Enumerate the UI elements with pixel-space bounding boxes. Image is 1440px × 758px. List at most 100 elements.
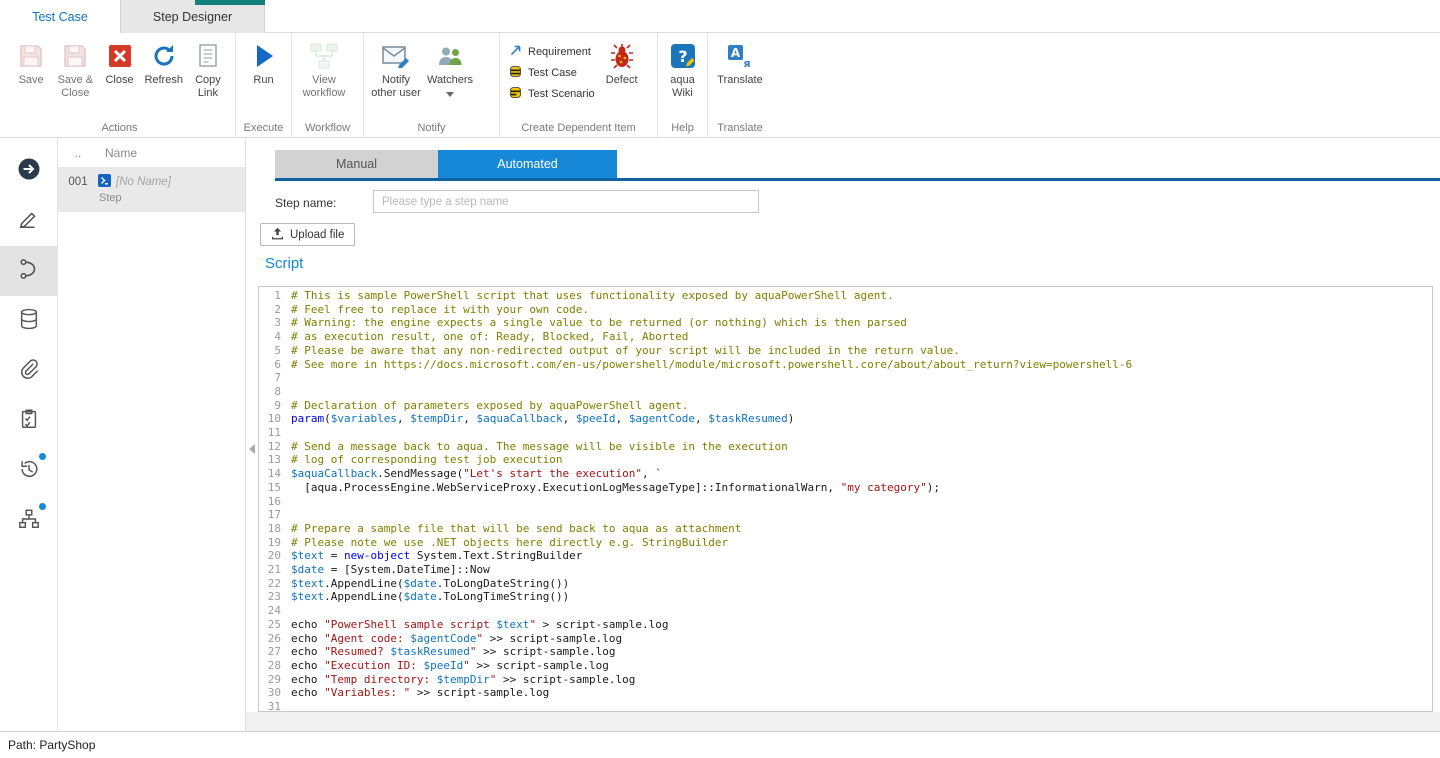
create-dependent-list: Requirement Test Case Test Scenario bbox=[505, 35, 599, 104]
group-label-help: Help bbox=[658, 122, 707, 134]
create-test-case-label: Test Case bbox=[528, 67, 577, 79]
watchers-button[interactable]: Watchers bbox=[423, 35, 477, 97]
defect-button[interactable]: Defect bbox=[599, 35, 645, 87]
code-text: echo "PowerShell sample script $text" > … bbox=[291, 618, 669, 632]
code-text: # Declaration of parameters exposed by a… bbox=[291, 399, 688, 413]
left-icon-sidebar bbox=[0, 138, 58, 731]
code-line: 12# Send a message back to aqua. The mes… bbox=[259, 440, 1432, 454]
view-workflow-icon bbox=[309, 42, 339, 70]
group-label-create-dependent: Create Dependent Item bbox=[500, 122, 657, 134]
save-button[interactable]: Save bbox=[9, 35, 53, 87]
code-text: # as execution result, one of: Ready, Bl… bbox=[291, 330, 688, 344]
save-and-close-icon bbox=[62, 42, 88, 70]
create-requirement-label: Requirement bbox=[528, 46, 591, 58]
group-label-workflow: Workflow bbox=[292, 122, 363, 134]
line-number: 31 bbox=[259, 700, 291, 712]
save-and-close-label: Save & Close bbox=[53, 74, 97, 99]
tab-manual[interactable]: Manual bbox=[275, 150, 438, 178]
aqua-wiki-icon: ? bbox=[670, 42, 696, 70]
sidebar-item-hierarchy[interactable] bbox=[0, 496, 57, 546]
collapse-panel-handle[interactable] bbox=[249, 444, 255, 454]
code-text: $text.AppendLine($date.ToLongDateString(… bbox=[291, 577, 569, 591]
copy-link-button[interactable]: Copy Link bbox=[186, 35, 230, 99]
aqua-wiki-button[interactable]: ? aqua Wiki bbox=[663, 35, 702, 99]
step-list-item[interactable]: 001 [No Name] Step bbox=[58, 168, 245, 212]
line-number: 5 bbox=[259, 344, 291, 358]
script-heading: Script bbox=[265, 255, 303, 272]
line-number: 2 bbox=[259, 303, 291, 317]
code-line: 5# Please be aware that any non-redirect… bbox=[259, 344, 1432, 358]
step-name-input[interactable] bbox=[373, 190, 759, 213]
defect-icon bbox=[609, 42, 635, 70]
steps-list-header: .. Name bbox=[58, 138, 245, 168]
tab-test-case-label: Test Case bbox=[32, 10, 88, 24]
code-line: 8 bbox=[259, 385, 1432, 399]
group-label-actions: Actions bbox=[4, 122, 235, 134]
run-label: Run bbox=[253, 74, 273, 87]
steps-flow-icon bbox=[18, 258, 40, 285]
create-test-scenario-button[interactable]: Test Scenario bbox=[505, 83, 599, 104]
create-requirement-button[interactable]: Requirement bbox=[505, 41, 599, 62]
close-icon bbox=[107, 42, 133, 70]
run-icon bbox=[252, 42, 276, 70]
column-header-dots: .. bbox=[58, 146, 98, 160]
view-workflow-button[interactable]: View workflow bbox=[297, 35, 351, 99]
line-number: 23 bbox=[259, 590, 291, 604]
ribbon-group-create-dependent: Requirement Test Case Test Scenario bbox=[500, 33, 658, 137]
code-line: 27echo "Resumed? $taskResumed" >> script… bbox=[259, 645, 1432, 659]
code-line: 2# Feel free to replace it with your own… bbox=[259, 303, 1432, 317]
code-text: # Send a message back to aqua. The messa… bbox=[291, 440, 788, 454]
code-text: $text = new-object System.Text.StringBui… bbox=[291, 549, 582, 563]
notification-dot bbox=[39, 453, 46, 460]
sidebar-item-edit[interactable] bbox=[0, 196, 57, 246]
code-line: 19# Please note we use .NET objects here… bbox=[259, 536, 1432, 550]
watchers-label: Watchers bbox=[427, 74, 473, 87]
notify-other-user-button[interactable]: Notify other user bbox=[369, 35, 423, 99]
code-line: 21$date = [System.DateTime]::Now bbox=[259, 563, 1432, 577]
code-text: # Warning: the engine expects a single v… bbox=[291, 316, 907, 330]
tab-test-case[interactable]: Test Case bbox=[0, 0, 120, 33]
sidebar-item-history[interactable] bbox=[0, 446, 57, 496]
step-item-body: [No Name] Step bbox=[98, 168, 245, 212]
tab-automated-label: Automated bbox=[497, 157, 557, 171]
step-type-icon bbox=[98, 174, 111, 190]
run-button[interactable]: Run bbox=[241, 35, 286, 87]
sidebar-item-data[interactable] bbox=[0, 296, 57, 346]
refresh-button[interactable]: Refresh bbox=[142, 35, 186, 87]
code-line: 9# Declaration of parameters exposed by … bbox=[259, 399, 1432, 413]
code-text: # Prepare a sample file that will be sen… bbox=[291, 522, 741, 536]
code-line: 23$text.AppendLine($date.ToLongTimeStrin… bbox=[259, 590, 1432, 604]
group-label-notify: Notify bbox=[364, 122, 499, 134]
sidebar-item-attachments[interactable] bbox=[0, 346, 57, 396]
line-number: 27 bbox=[259, 645, 291, 659]
script-editor[interactable]: 1# This is sample PowerShell script that… bbox=[258, 286, 1433, 712]
aqua-wiki-label: aqua Wiki bbox=[663, 74, 702, 99]
save-and-close-button[interactable]: Save & Close bbox=[53, 35, 97, 99]
svg-text:A: A bbox=[731, 46, 741, 60]
translate-button[interactable]: Aя Translate bbox=[713, 35, 767, 87]
code-line: 10param($variables, $tempDir, $aquaCallb… bbox=[259, 412, 1432, 426]
code-line: 18# Prepare a sample file that will be s… bbox=[259, 522, 1432, 536]
upload-file-label: Upload file bbox=[290, 229, 344, 241]
line-number: 15 bbox=[259, 481, 291, 495]
tab-automated[interactable]: Automated bbox=[438, 150, 617, 178]
code-line: 11 bbox=[259, 426, 1432, 440]
sidebar-item-steps[interactable] bbox=[0, 246, 57, 296]
close-button[interactable]: Close bbox=[97, 35, 141, 87]
line-number: 20 bbox=[259, 549, 291, 563]
upload-icon bbox=[271, 227, 284, 243]
notify-other-user-icon bbox=[382, 42, 410, 70]
accent-bar bbox=[195, 0, 265, 5]
sidebar-item-checklist[interactable] bbox=[0, 396, 57, 446]
line-number: 7 bbox=[259, 371, 291, 385]
upload-file-button[interactable]: Upload file bbox=[260, 223, 355, 246]
step-name-text: [No Name] bbox=[116, 176, 171, 188]
close-label: Close bbox=[105, 74, 133, 87]
ribbon-group-execute: Run Execute bbox=[236, 33, 292, 137]
create-test-case-button[interactable]: Test Case bbox=[505, 62, 599, 83]
code-text: # log of corresponding test job executio… bbox=[291, 453, 563, 467]
code-line: 26echo "Agent code: $agentCode" >> scrip… bbox=[259, 632, 1432, 646]
line-number: 18 bbox=[259, 522, 291, 536]
view-workflow-label: View workflow bbox=[297, 74, 351, 99]
sidebar-item-expand[interactable] bbox=[0, 146, 57, 196]
